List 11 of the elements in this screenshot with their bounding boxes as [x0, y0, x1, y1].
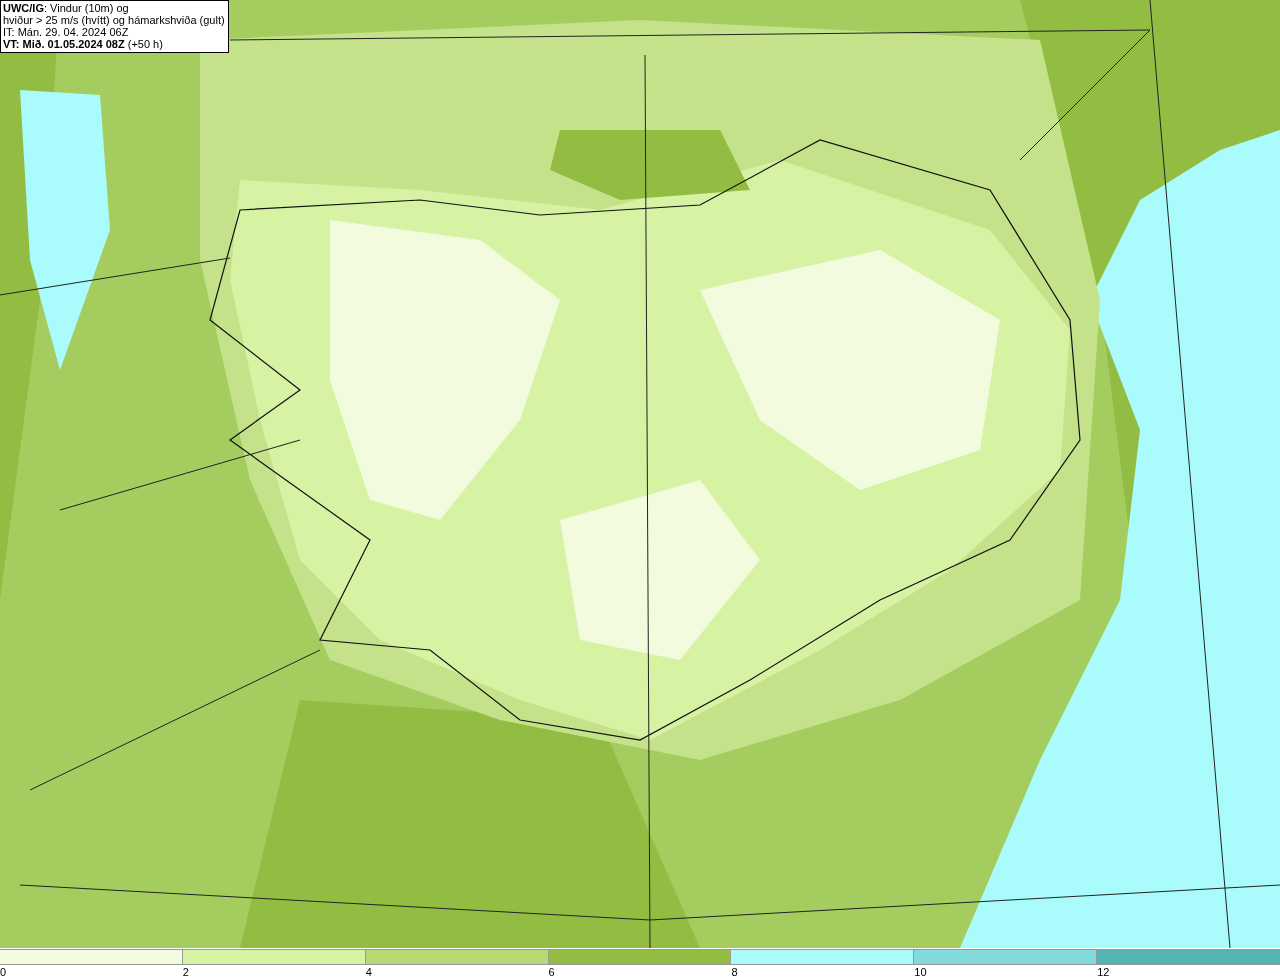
- caption-line: VT: Mið. 01.05.2024 08Z (+50 h): [3, 38, 164, 50]
- tick-label: 4: [365, 966, 372, 978]
- caption-line: IT: Mán. 29. 04. 2024 06Z: [3, 26, 130, 38]
- tick-label: 6: [548, 966, 555, 978]
- tick-label: 0: [0, 966, 7, 978]
- caption-line: UWC/IG: Vindur (10m) og: [3, 2, 130, 14]
- tick-label: 12: [1097, 966, 1110, 978]
- tick-label: 2: [182, 966, 189, 978]
- tick-label: 8: [731, 966, 738, 978]
- caption-line: hviður > 25 m/s (hvítt) og hámarkshviða (gult): [3, 14, 225, 26]
- tick-label: 10: [914, 966, 927, 978]
